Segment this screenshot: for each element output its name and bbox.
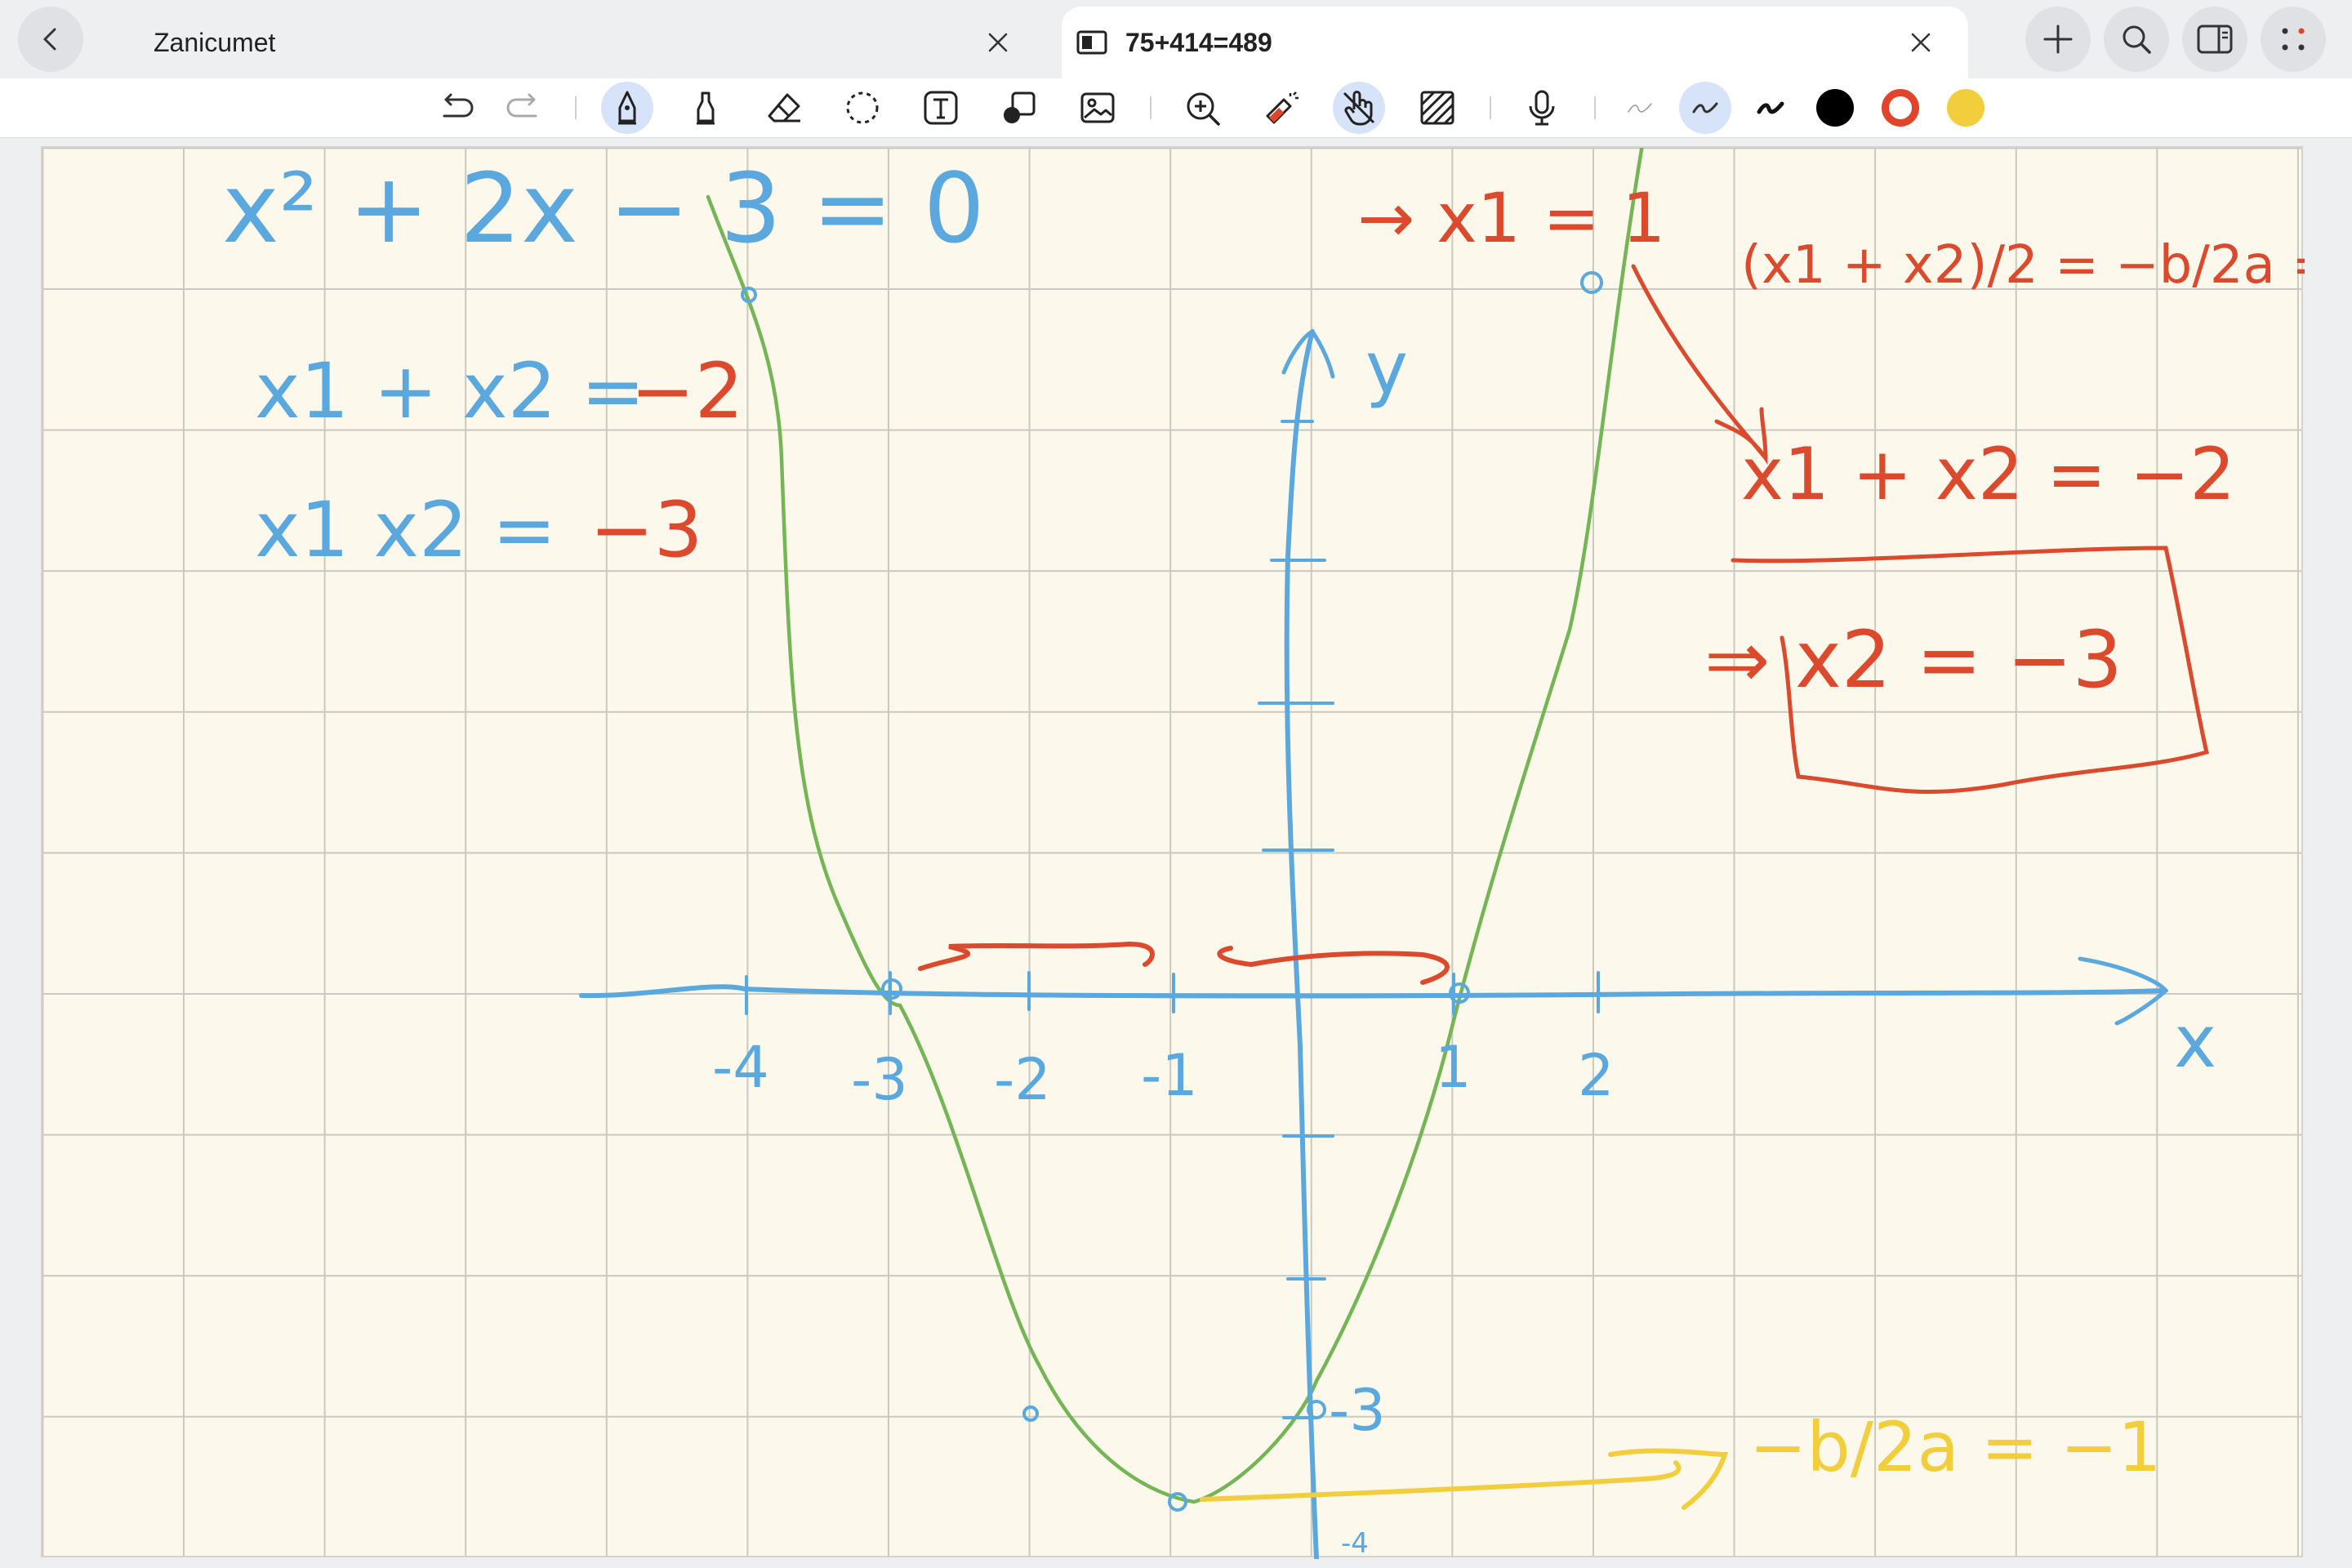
equation-text: x² + 2x − 3 = 0 [222,152,985,265]
svg-text:-4: -4 [712,1034,769,1101]
x-axis-label: x [2174,1000,2216,1084]
zoom-icon [1187,92,1220,126]
new-tab-button[interactable] [2025,7,2091,72]
laser-pointer-icon [1266,91,1298,124]
lasso-tool[interactable] [836,82,889,134]
vertex-formula: −b/2a = −1 [1749,1407,2162,1487]
notebook-icon [1076,30,1107,55]
eraser-tool[interactable] [758,82,810,134]
tab-title: 75+414=489 [1125,27,1272,57]
svg-text:-1: -1 [1141,1042,1198,1109]
microphone-icon [1529,90,1555,126]
image-icon [1080,92,1115,123]
vieta-sum-rhs: −2 [630,347,744,436]
svg-text:2: 2 [1578,1042,1615,1109]
search-button[interactable] [2104,7,2169,72]
chevron-left-icon [43,28,56,51]
hatching-icon [1420,91,1454,125]
vertex-pointer-arrow [1200,1460,1682,1502]
undo-icon [443,93,474,118]
image-tool[interactable] [1071,82,1124,134]
y-min-label: -4 [1341,1527,1369,1559]
vieta-product-lhs: x1 x2 = [255,486,556,575]
text-box-tool[interactable] [915,82,967,134]
undo-button[interactable] [431,82,483,134]
finger-draw-toggle[interactable] [1333,82,1385,134]
x-axis-line [579,984,2164,999]
pen-icon [618,91,636,125]
highlighter-icon [697,91,715,125]
pen-size-thick[interactable] [1744,82,1797,134]
text-box-icon [924,91,958,125]
redo-button[interactable] [497,82,549,134]
more-grid-icon [2282,28,2305,51]
thick-stroke-icon [1757,101,1784,114]
tab-zanicumet[interactable]: Zanicumet [98,7,1045,78]
toolbar-separator [1150,96,1152,119]
medium-stroke-icon [1692,102,1718,114]
svg-text:-2: -2 [994,1046,1051,1113]
hatching-tool[interactable] [1411,82,1463,134]
svg-text:-3: -3 [851,1046,908,1113]
color-yellow-swatch[interactable] [1947,89,1984,127]
x-tick-labels: -4 -3 -2 -1 1 2 [712,1034,1615,1113]
plus-icon [2043,24,2073,54]
distance-arrow-left [918,941,1155,971]
color-red-swatch[interactable] [1882,89,1919,127]
split-view-icon [2197,24,2233,54]
parabola-curve [706,148,1644,1504]
pen-tool[interactable] [601,82,653,134]
svg-text:1: 1 [1435,1034,1472,1101]
boxed-result: ⇒ x2 = −3 [1704,614,2123,706]
tab-bar: Zanicumet 75+414=489 [0,0,2352,78]
derived-sum: x1 + x2 = −2 [1741,432,2235,516]
drawing-toolbar [0,78,2352,138]
tab-close-button[interactable] [973,18,1022,67]
redo-icon [506,93,537,118]
color-black-swatch[interactable] [1816,89,1854,127]
shapes-tool[interactable] [993,82,1045,134]
zoom-tool[interactable] [1176,82,1228,134]
back-button[interactable] [18,7,83,72]
vieta-product-rhs: −3 [590,486,703,575]
marked-points [741,271,1603,1512]
tab-title: Zanicumet [154,27,276,57]
eraser-icon [768,93,800,122]
finger-draw-icon [1343,91,1375,126]
handwriting-layer: x² + 2x − 3 = 0 → x1 = 1 x1 + x2 = −2 x1… [222,148,2305,1559]
highlighter-tool[interactable] [679,82,732,134]
toolbar-separator [1490,96,1491,119]
midpoint-formula: (x1 + x2)/2 = −b/2a = −1 [1741,235,2305,296]
y-axis-line [1284,329,1319,1559]
close-icon [1911,33,1931,52]
close-icon [988,33,1008,52]
lasso-icon [846,91,879,124]
toolbar-separator [575,96,577,119]
distance-arrow-right [1217,946,1450,985]
thin-stroke-icon [1628,103,1652,113]
y-intercept-label: -3 [1329,1377,1386,1444]
shapes-icon [1004,91,1036,123]
notebook-page[interactable]: x² + 2x − 3 = 0 → x1 = 1 x1 + x2 = −2 x1… [41,146,2305,1559]
toolbar-separator [1594,96,1596,119]
y-axis-label: y [1365,326,1408,410]
audio-record-button[interactable] [1516,82,1568,134]
laser-pointer-tool[interactable] [1254,82,1307,134]
tab-close-button[interactable] [1896,18,1945,67]
vieta-sum-lhs: x1 + x2 = [255,347,645,436]
search-icon [2123,25,2151,54]
split-view-button[interactable] [2182,7,2247,72]
tab-75-414-489[interactable]: 75+414=489 [1062,7,1968,78]
canvas-area[interactable]: x² + 2x − 3 = 0 → x1 = 1 x1 + x2 = −2 x1… [0,138,2352,1568]
pen-size-medium[interactable] [1679,82,1731,134]
more-options-button[interactable] [2261,7,2326,72]
root-label: → x1 = 1 [1357,178,1665,258]
pen-size-thin[interactable] [1614,82,1666,134]
